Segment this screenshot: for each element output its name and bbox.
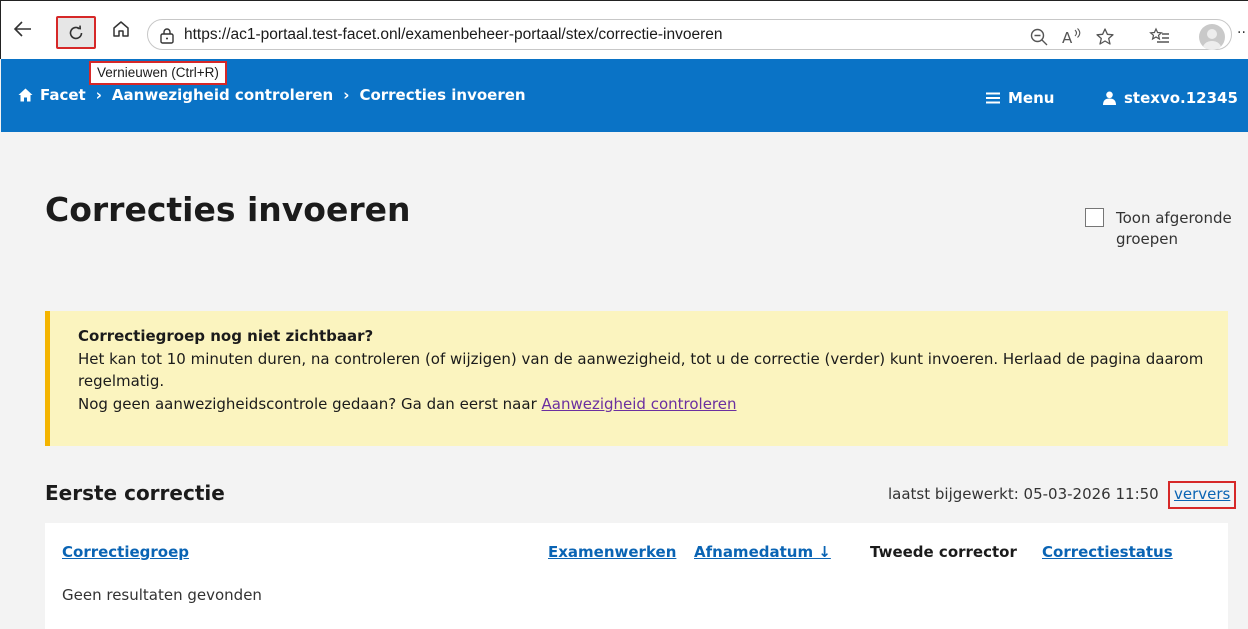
svg-text:A: A xyxy=(1062,29,1073,47)
favorite-star-icon[interactable] xyxy=(1095,27,1115,47)
show-completed-label[interactable]: Toon afgeronde groepen xyxy=(1116,208,1236,250)
home-icon xyxy=(113,21,129,37)
back-button[interactable] xyxy=(11,17,35,41)
section-title: Eerste correctie xyxy=(45,481,225,505)
favorites-list-icon[interactable] xyxy=(1149,27,1171,47)
refresh-link[interactable]: ververs xyxy=(1168,481,1237,509)
reload-tooltip: Vernieuwen (Ctrl+R) xyxy=(89,61,227,85)
user-icon xyxy=(1103,91,1116,105)
notice-title: Correctiegroep nog niet zichtbaar? xyxy=(78,327,374,345)
zoom-out-icon[interactable] xyxy=(1029,27,1049,47)
menu-button[interactable]: Menu xyxy=(986,89,1054,107)
notice-prefix: Nog geen aanwezigheidscontrole gedaan? G… xyxy=(78,394,542,413)
more-options-icon[interactable]: ·· xyxy=(1237,25,1246,41)
aanwezigheid-link[interactable]: Aanwezigheid controleren xyxy=(542,395,737,413)
menu-label: Menu xyxy=(1008,89,1055,107)
empty-results-message: Geen resultaten gevonden xyxy=(62,586,262,604)
breadcrumb-separator: › xyxy=(95,86,102,104)
page-title: Correcties invoeren xyxy=(45,190,411,229)
address-bar[interactable]: https://ac1-portaal.test-facet.onl/exame… xyxy=(147,19,1232,50)
notice-text: Het kan tot 10 minuten duren, na control… xyxy=(78,349,1204,391)
reload-icon xyxy=(69,25,83,39)
show-completed-checkbox[interactable] xyxy=(1085,208,1104,227)
info-notice: Correctiegroep nog niet zichtbaar? Het k… xyxy=(45,311,1228,446)
column-header-correctiegroep[interactable]: Correctiegroep xyxy=(62,543,189,561)
breadcrumb-facet[interactable]: Facet xyxy=(40,86,86,104)
url-text[interactable]: https://ac1-portaal.test-facet.onl/exame… xyxy=(184,26,722,44)
home-button[interactable] xyxy=(109,17,133,41)
browser-toolbar: https://ac1-portaal.test-facet.onl/exame… xyxy=(0,0,1248,59)
hamburger-icon xyxy=(986,92,1000,104)
user-label: stexvo.12345 xyxy=(1124,89,1238,107)
column-header-tweede-corrector: Tweede corrector xyxy=(870,543,1017,561)
breadcrumb: Facet › Aanwezigheid controleren › Corre… xyxy=(18,86,526,104)
column-header-examenwerken[interactable]: Examenwerken xyxy=(548,543,676,561)
breadcrumb-separator: › xyxy=(343,86,350,104)
breadcrumb-aanwezigheid[interactable]: Aanwezigheid controleren xyxy=(112,86,333,104)
column-header-correctiestatus[interactable]: Correctiestatus xyxy=(1042,543,1173,561)
last-updated-text: laatst bijgewerkt: 05-03-2026 11:50 xyxy=(888,485,1159,503)
site-info-icon[interactable] xyxy=(159,27,175,44)
profile-avatar[interactable] xyxy=(1199,24,1225,50)
column-header-afnamedatum[interactable]: Afnamedatum ↓ xyxy=(694,543,831,561)
reload-button[interactable] xyxy=(56,16,96,49)
breadcrumb-current: Correcties invoeren xyxy=(359,86,526,104)
results-table: Correctiegroep Examenwerken Afnamedatum … xyxy=(45,523,1228,629)
user-button[interactable]: stexvo.12345 xyxy=(1103,89,1238,107)
read-aloud-icon[interactable]: A xyxy=(1061,27,1083,47)
home-icon xyxy=(18,88,33,102)
arrow-left-icon xyxy=(13,21,31,37)
notice-text-2: Nog geen aanwezigheidscontrole gedaan? G… xyxy=(78,393,1228,416)
